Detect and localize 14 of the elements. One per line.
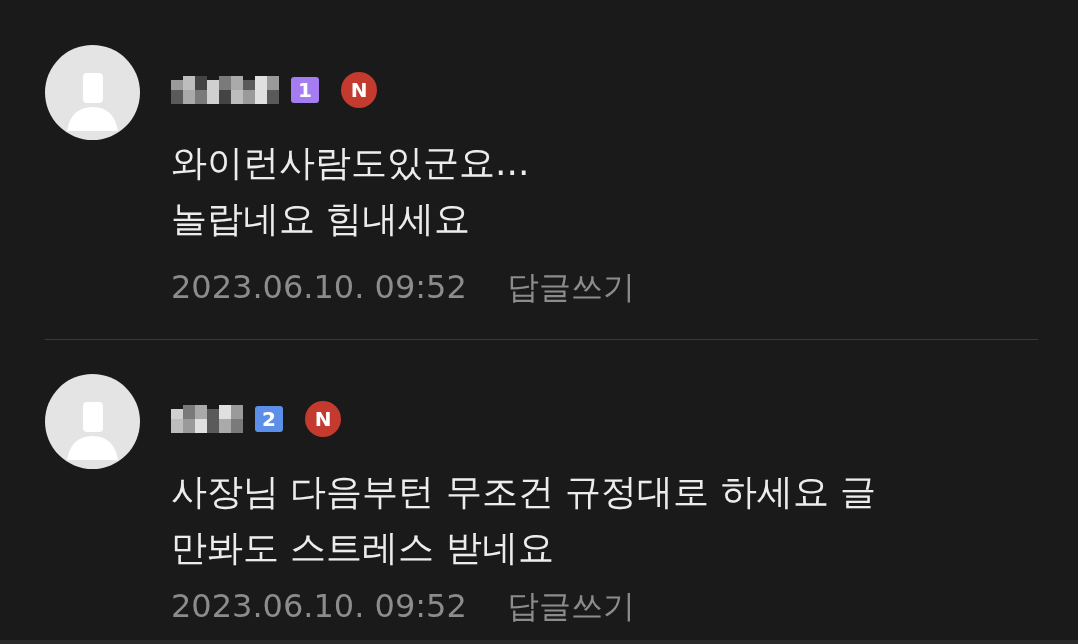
comment-text: 만봐도 스트레스 받네요 <box>171 526 555 570</box>
new-badge: N <box>305 401 341 437</box>
comment-text: 놀랍네요 힘내세요 <box>171 197 472 241</box>
comment-date: 2023.06.10. 09:52 <box>171 586 467 626</box>
comment-text: 사장님 다음부턴 무조건 규정대로 하세요 글 <box>171 470 877 514</box>
level-badge: 1 <box>291 77 319 103</box>
avatar-icon <box>45 374 140 469</box>
reply-link[interactable]: 답글쓰기 <box>506 267 635 307</box>
comment-text: 와이런사람도있군요... <box>171 141 531 185</box>
level-badge: 2 <box>255 406 283 432</box>
comment-date: 2023.06.10. 09:52 <box>171 267 467 307</box>
reply-link[interactable]: 답글쓰기 <box>506 586 635 626</box>
avatar-icon <box>45 45 140 140</box>
new-badge: N <box>341 72 377 108</box>
